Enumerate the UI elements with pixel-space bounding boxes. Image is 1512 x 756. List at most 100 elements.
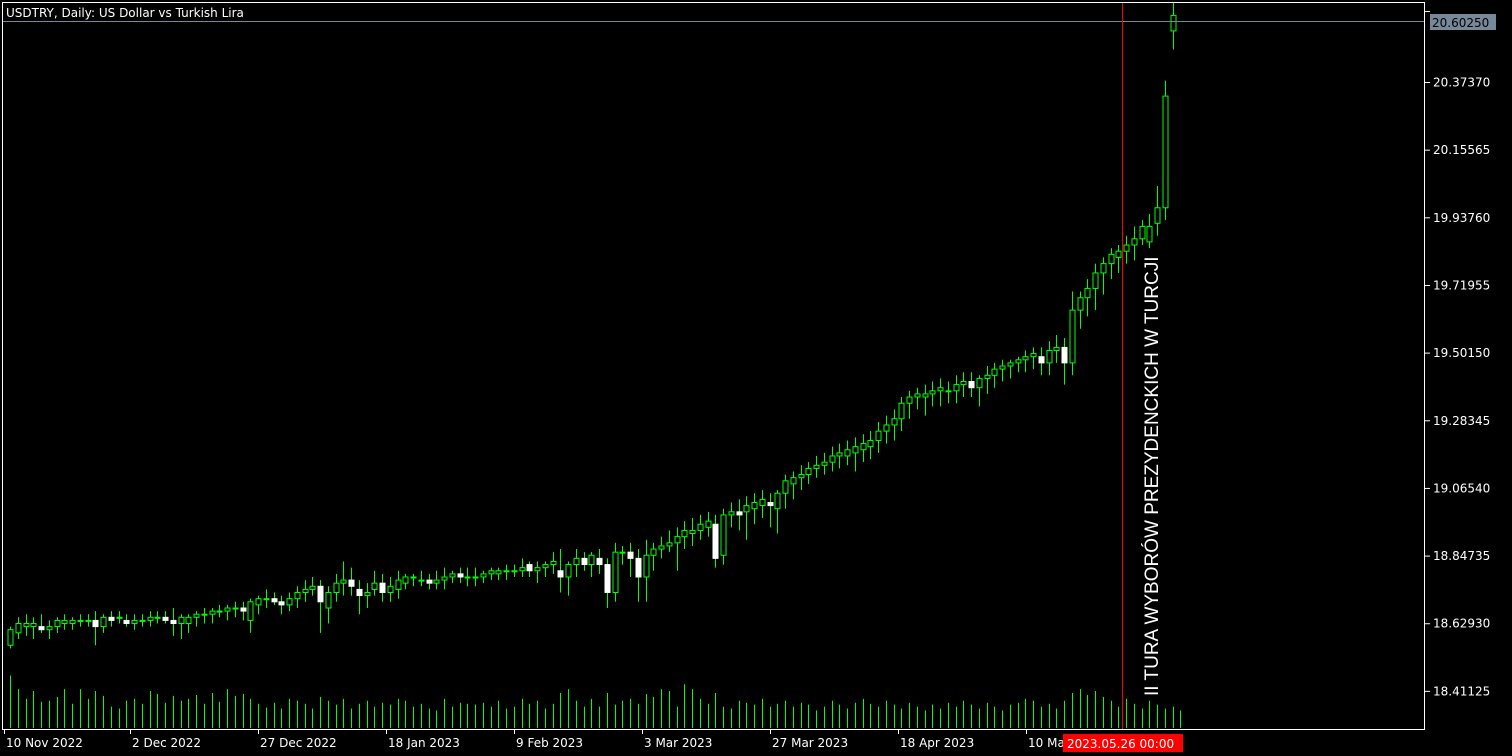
candle-body [813,464,820,469]
candle-body [356,588,363,597]
candle-body [348,579,355,587]
candle-body [581,557,588,566]
candle-body [116,616,123,619]
candle-body [635,557,642,578]
candle-body [495,570,502,575]
candle-body [736,511,743,516]
candle-body [526,564,533,572]
candle-body [883,424,890,432]
candle-body [1046,349,1053,364]
candle-body [860,443,867,451]
candle-body [906,396,913,404]
candle [1162,80,1169,221]
candle-body [891,418,898,426]
candle-body [410,576,417,579]
candle-body [503,570,510,573]
candle-body [960,381,967,386]
candle-body [767,502,774,507]
candle-body [1170,14,1177,32]
candle-body [511,570,518,573]
x-tick-label: 10 Ma [1028,736,1065,750]
candle-body [1038,356,1045,364]
candle-body [1084,287,1091,299]
y-tick-label: 19.06540 [1433,481,1490,495]
x-tick-label: 27 Mar 2023 [772,736,848,750]
y-tick-label: 20.15565 [1433,143,1490,157]
candle-body [643,554,650,578]
candle-body [340,579,347,584]
candle-body [805,467,812,476]
candle-body [364,591,371,597]
candle-body [193,613,200,618]
candle-body [1061,346,1068,364]
candle-body [325,591,332,609]
candle-body [418,579,425,582]
candle-body [666,542,673,547]
candle-body [596,557,603,566]
candle-body [170,619,177,625]
candle-body [658,545,665,550]
candle-body [1069,309,1076,364]
candle-body [255,598,262,606]
candle-body [441,576,448,581]
x-tick-label: 9 Feb 2023 [516,736,583,750]
candle-body [565,564,572,578]
candle-body [751,502,758,510]
candle-body [836,452,843,457]
candle-body [1092,272,1099,289]
candle-body [674,536,681,544]
candle-body [69,619,76,625]
candle-body [1123,244,1130,252]
candle-body [844,449,851,457]
candle-body [46,626,53,631]
candle-body [201,613,208,616]
candle-body [480,573,487,578]
candle-body [185,616,192,625]
candle-body [294,591,301,600]
candle-body [867,439,874,448]
candle-body [968,381,975,389]
candle-body [953,384,960,392]
candle-body [759,498,766,507]
candle-body [898,402,905,420]
candle-body [333,582,340,593]
candle-body [852,446,859,454]
candle-body [54,619,61,628]
candle-body [1162,95,1169,209]
y-tick-label: 20.37370 [1433,76,1490,90]
candle [612,542,619,602]
candle-body [999,365,1006,370]
candle-body [720,514,727,556]
candle-body [573,557,580,566]
candle-body [619,551,626,554]
candle-body [77,619,84,622]
candle-body [627,551,634,559]
x-tick-label: 27 Dec 2022 [260,736,337,750]
candle-body [712,523,719,559]
marker-date-tag-label: 2023.05.26 00:00 [1067,737,1174,751]
candle-body [108,616,115,621]
y-tick-label: 19.28345 [1433,414,1490,428]
candle-body [604,564,611,593]
candle-body [1007,362,1014,367]
candle-body [929,390,936,395]
annotation-text: II TURA WYBORÓW PREZYDENCKICH W TURCJI [1141,257,1163,697]
candle-body [232,607,239,610]
candle-body [457,573,464,578]
x-tick-label: 3 Mar 2023 [644,736,712,750]
current-price-tag-label: 20.60250 [1432,16,1489,30]
candle-body [317,585,324,603]
candle-body [782,480,789,494]
candle-body [798,474,805,479]
x-tick-label: 18 Jan 2023 [388,736,460,750]
y-tick-label: 18.84735 [1433,549,1490,563]
chart-canvas: 20.37370 20.15565 19.93760 19.71955 19.50150… [0,0,1512,756]
candle-body [588,554,595,566]
candle-body [371,582,378,590]
candle-body [1030,353,1037,358]
y-tick-label: 19.71955 [1433,278,1490,292]
candle-body [472,576,479,579]
candle-body [991,368,998,376]
y-tick-label: 19.93760 [1433,211,1490,225]
candle-body [100,616,107,628]
